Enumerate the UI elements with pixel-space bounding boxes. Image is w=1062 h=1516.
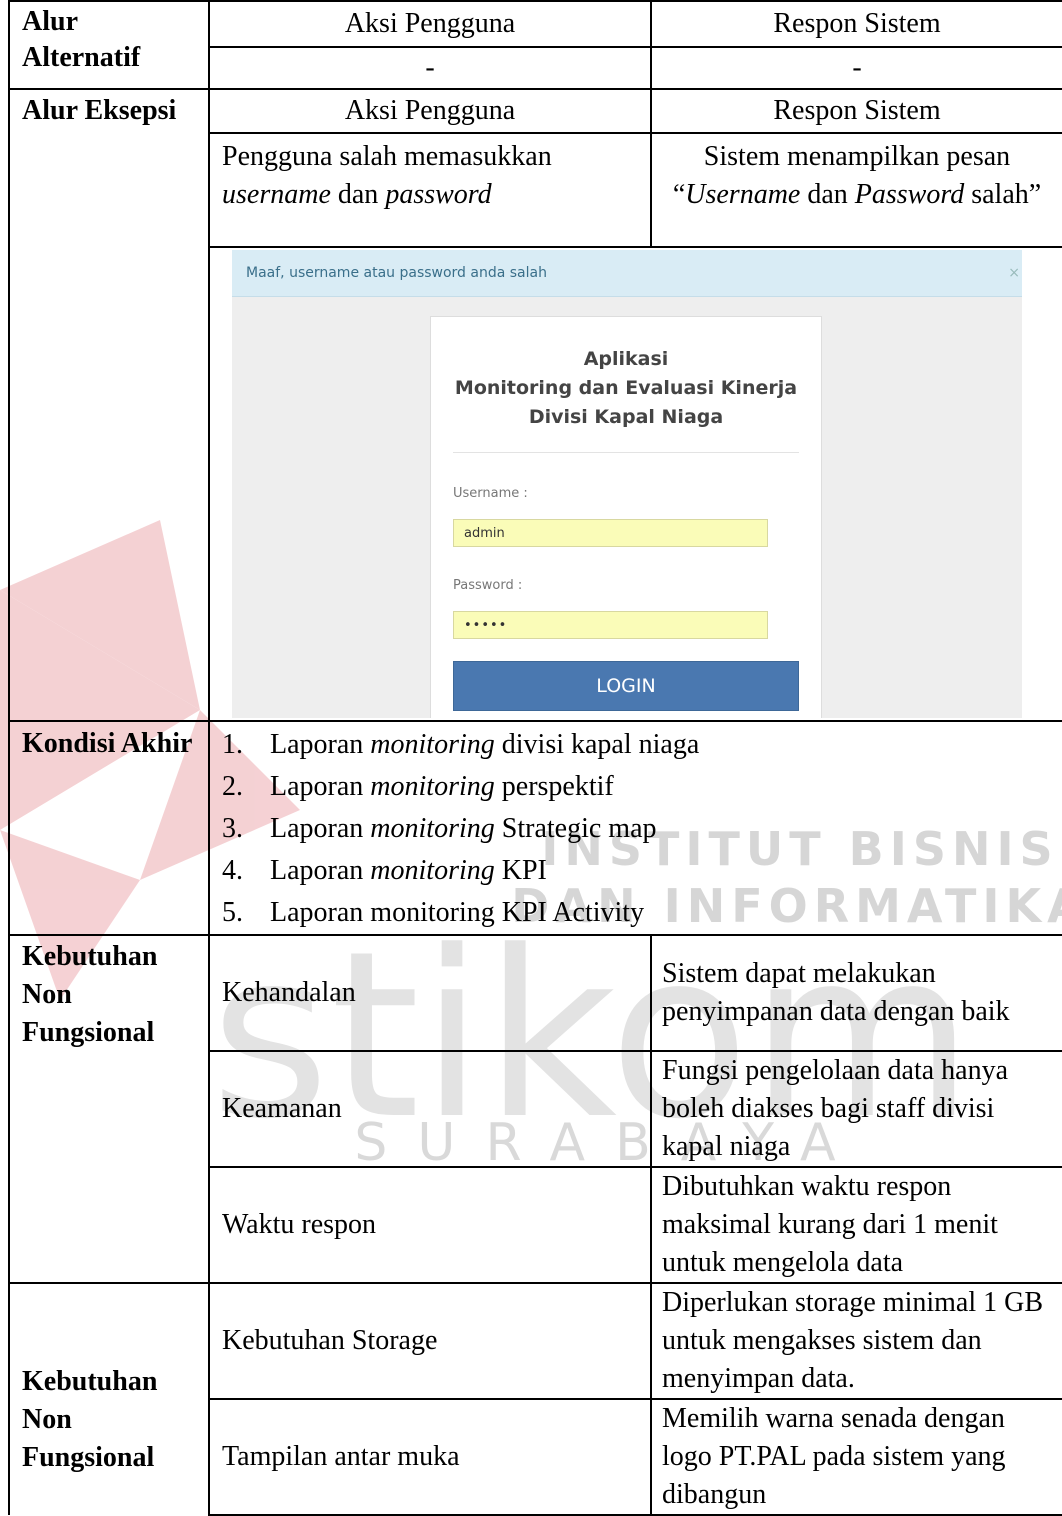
nf-desc: Memilih warna senada dengan logo PT.PAL …: [650, 1398, 1062, 1516]
alt-flow-col-system: Respon Sistem: [650, 0, 1062, 48]
nf-desc: Fungsi pengelolaan data hanya boleh diak…: [650, 1050, 1062, 1168]
nf-desc: Sistem dapat melakukan penyimpanan data …: [650, 934, 1062, 1052]
final-condition-list: 1. Laporan monitoring divisi kapal niaga 2…: [208, 720, 1062, 936]
final-condition-item: 5. Laporan monitoring KPI Activity: [222, 897, 645, 928]
exception-system-response: Sistem menampilkan pesan “Username dan P…: [650, 132, 1062, 248]
final-condition-item: 2. Laporan monitoring perspektif: [222, 771, 614, 802]
login-card: Aplikasi Monitoring dan Evaluasi Kinerja…: [430, 316, 822, 718]
close-icon[interactable]: ×: [1008, 250, 1020, 296]
login-screenshot: Maaf, username atau password anda salah …: [232, 250, 1022, 718]
alt-flow-label: Alur Alternatif: [8, 0, 210, 89]
app-title: Aplikasi Monitoring dan Evaluasi Kinerja…: [454, 348, 798, 428]
nf-desc: Diperlukan storage minimal 1 GB untuk me…: [650, 1282, 1062, 1400]
login-screenshot-cell: Maaf, username atau password anda salah …: [208, 246, 1062, 722]
exception-col-system: Respon Sistem: [650, 88, 1062, 134]
password-label: Password :: [453, 578, 523, 593]
final-condition-item: 4. Laporan monitoring KPI: [222, 855, 547, 886]
nf-name: Tampilan antar muka: [208, 1398, 652, 1516]
error-alert: Maaf, username atau password anda salah …: [232, 250, 1022, 297]
nf-name: Kehandalan: [208, 934, 652, 1052]
final-condition-label: Kondisi Akhir: [8, 720, 210, 935]
final-condition-item: 1. Laporan monitoring divisi kapal niaga: [222, 729, 700, 760]
nf-desc: Dibutuhkan waktu respon maksimal kurang …: [650, 1166, 1062, 1284]
username-field[interactable]: admin: [453, 519, 768, 547]
final-condition-item: 3. Laporan monitoring Strategic map: [222, 813, 657, 844]
error-alert-text: Maaf, username atau password anda salah: [246, 265, 547, 281]
alt-flow-user-value: -: [208, 46, 652, 90]
exception-flow-label: Alur Eksepsi: [8, 88, 210, 721]
non-functional-label-2: Kebutuhan Non Fungsional: [8, 1282, 210, 1515]
non-functional-label-1: Kebutuhan Non Fungsional: [8, 934, 210, 1283]
alt-flow-system-value: -: [650, 46, 1062, 90]
exception-col-user: Aksi Pengguna: [208, 88, 652, 134]
divider: [453, 452, 799, 453]
exception-user-action: Pengguna salah memasukkan username dan p…: [208, 132, 652, 248]
password-field[interactable]: •••••: [453, 611, 768, 639]
username-label: Username :: [453, 486, 528, 501]
nf-name: Waktu respon: [208, 1166, 652, 1284]
nf-name: Keamanan: [208, 1050, 652, 1168]
nf-name: Kebutuhan Storage: [208, 1282, 652, 1400]
login-button[interactable]: LOGIN: [453, 661, 799, 711]
use-case-table: Alur Alternatif Aksi Pengguna Respon Sis…: [8, 0, 1062, 1516]
alt-flow-col-user: Aksi Pengguna: [208, 0, 652, 48]
